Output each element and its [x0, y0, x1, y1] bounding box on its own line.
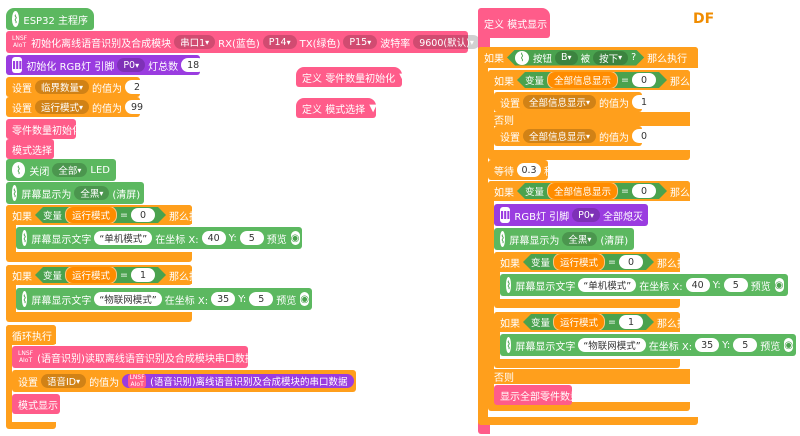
- screen-color-dropdown[interactable]: 全黑: [74, 186, 110, 200]
- rgb-strip-icon: Ⅲ: [500, 207, 511, 223]
- value-input[interactable]: 0: [632, 129, 657, 143]
- set-all-info-0[interactable]: 设置 全部信息显示 的值为 0: [494, 126, 657, 146]
- x-input[interactable]: 35: [695, 338, 720, 352]
- rgb-pin-dropdown[interactable]: P0: [572, 208, 600, 222]
- screen-text-block[interactable]: ⌇ 屏幕显示文字 “物联网模式” 在坐标 X: 35 Y: 5 预览 ◉: [500, 334, 796, 356]
- value-input[interactable]: 99: [125, 100, 150, 114]
- if-header[interactable]: 如果 变量 运行模式 = 0 那么执行: [494, 252, 697, 272]
- baud-dropdown[interactable]: 9600(默认): [413, 35, 480, 49]
- button-dropdown[interactable]: B: [555, 51, 578, 65]
- tx-pin-dropdown[interactable]: P15: [343, 35, 378, 49]
- main-program-hat[interactable]: ⌇ ESP32 主程序: [6, 8, 94, 30]
- loop-header[interactable]: 循环执行: [6, 325, 56, 345]
- call-mode-display[interactable]: 模式显示: [12, 394, 60, 414]
- port-dropdown[interactable]: 串口1: [174, 35, 216, 49]
- signal-icon: ⌇: [12, 11, 20, 27]
- voice-data-reporter[interactable]: LNSF AIoT (语音识别)离线语音识别及合成模块的串口数据: [122, 374, 354, 388]
- signal-icon: ⌇: [506, 277, 512, 293]
- screen-color-dropdown[interactable]: 全黑: [562, 232, 598, 246]
- led-off-block[interactable]: ⌇ 关闭 全部 LED: [6, 159, 116, 181]
- call-show-all-parts[interactable]: 显示全部零件数量: [494, 385, 580, 405]
- x-input[interactable]: 40: [685, 278, 710, 292]
- chevron-down-icon[interactable]: ▼: [369, 103, 377, 114]
- inner-if-header[interactable]: 如果 变量 全部信息显示 = 0 那么执行: [488, 70, 710, 90]
- preview-eye-icon[interactable]: ◉: [784, 338, 794, 352]
- aiot-icon: LNSF AIoT: [128, 374, 147, 388]
- else-label: 否则: [488, 369, 522, 384]
- aiot-icon: LNSF AIoT: [12, 33, 28, 51]
- x-input[interactable]: 35: [211, 292, 236, 306]
- screen-text-block[interactable]: ⌇ 屏幕显示文字 “物联网模式” 在坐标 X: 35 Y: 5 预览 ◉: [16, 288, 312, 310]
- y-input[interactable]: 5: [723, 278, 748, 292]
- screen-clear-block[interactable]: ⌇ 屏幕显示为 全黑 (清屏): [6, 182, 144, 204]
- signal-icon: ⌇: [22, 291, 28, 307]
- condition[interactable]: 变量 运行模式 = 1: [35, 267, 166, 283]
- preview-eye-icon[interactable]: ◉: [774, 278, 784, 292]
- signal-icon: ⌇: [22, 230, 28, 246]
- y-input[interactable]: 5: [239, 231, 264, 245]
- aiot-icon: LNSF AIoT: [18, 348, 34, 366]
- var-dropdown[interactable]: 全部信息显示: [523, 129, 597, 143]
- rgb-off-block[interactable]: Ⅲ RGB灯 引脚 P0 全部熄灭: [494, 204, 648, 226]
- voice-read-block[interactable]: LNSF AIoT (语音识别)读取离线语音识别及合成模块串口数据: [12, 346, 255, 368]
- signal-icon: ⌇: [515, 51, 529, 65]
- y-input[interactable]: 5: [733, 338, 758, 352]
- define-mode-display[interactable]: 定义 模式显示: [478, 8, 550, 38]
- condition[interactable]: 变量 运行模式 = 0: [35, 207, 166, 223]
- if-header[interactable]: 如果 变量 运行模式 = 1 那么执行: [494, 312, 697, 332]
- set-run-mode-block[interactable]: 设置 运行模式 的值为 99: [6, 97, 150, 117]
- text-input[interactable]: “单机模式”: [578, 278, 637, 292]
- rgb-count-input[interactable]: 18: [181, 58, 206, 72]
- rgb-pin-dropdown[interactable]: P0: [117, 58, 146, 72]
- chevron-down-icon[interactable]: ▼: [399, 72, 407, 83]
- condition[interactable]: 变量 全部信息显示 = 0: [517, 72, 667, 88]
- preview-eye-icon[interactable]: ◉: [290, 231, 300, 245]
- define-mode-select[interactable]: 定义 模式选择 ▼: [296, 98, 377, 118]
- signal-icon: ⌇: [500, 231, 506, 247]
- screen-text-block[interactable]: ⌇ 屏幕显示文字 “单机模式” 在坐标 X: 40 Y: 5 预览 ◉: [500, 274, 788, 296]
- set-voice-id-block[interactable]: 设置 语音ID 的值为 LNSFAIoT (语音识别)离线语音识别及合成模块的串…: [12, 370, 356, 392]
- init-rgb-block[interactable]: Ⅲ 初始化 RGB灯 引脚 P0 灯总数 18: [6, 55, 206, 75]
- var-dropdown[interactable]: 全部信息显示: [523, 95, 597, 109]
- show-if-header[interactable]: 如果 变量 全部信息显示 = 0 那么执行: [488, 181, 710, 201]
- signal-icon: ⌇: [12, 162, 26, 178]
- wait-input[interactable]: 0.3: [517, 163, 541, 177]
- value-input[interactable]: 1: [632, 95, 657, 109]
- condition[interactable]: 变量 运行模式 = 0: [523, 254, 654, 270]
- else-label: 否则: [488, 112, 522, 127]
- wait-block[interactable]: 等待 0.3 秒: [488, 160, 554, 180]
- value-input[interactable]: 2: [125, 80, 150, 94]
- var-dropdown[interactable]: 运行模式: [35, 100, 90, 114]
- var-dropdown[interactable]: 临界数量: [35, 80, 90, 94]
- df-watermark: DF: [693, 11, 715, 27]
- var-dropdown[interactable]: 语音ID: [41, 374, 87, 388]
- define-part-count-init[interactable]: 定义 零件数量初始化 ▼: [296, 67, 407, 87]
- led-target-dropdown[interactable]: 全部: [52, 163, 88, 177]
- screen-text-block[interactable]: ⌇ 屏幕显示文字 “单机模式” 在坐标 X: 40 Y: 5 预览 ◉: [16, 227, 302, 249]
- text-input[interactable]: “物联网模式”: [578, 338, 646, 352]
- action-dropdown[interactable]: 按下: [593, 51, 628, 65]
- x-input[interactable]: 40: [201, 231, 226, 245]
- y-input[interactable]: 5: [249, 292, 274, 306]
- set-all-info-1[interactable]: 设置 全部信息显示 的值为 1: [494, 92, 657, 112]
- set-threshold-block[interactable]: 设置 临界数量 的值为 2: [6, 77, 150, 97]
- signal-icon: ⌇: [506, 337, 512, 353]
- condition[interactable]: 变量 运行模式 = 1: [523, 314, 654, 330]
- if-header[interactable]: 如果 变量 运行模式 = 0 那么执行: [6, 205, 209, 225]
- text-input[interactable]: “单机模式”: [94, 231, 153, 245]
- signal-icon: ⌇: [12, 185, 18, 201]
- call-mode-select[interactable]: 模式选择: [6, 139, 54, 159]
- rx-pin-dropdown[interactable]: P14: [262, 35, 297, 49]
- screen-clear-block[interactable]: ⌇ 屏幕显示为 全黑 (清屏): [494, 228, 634, 250]
- button-if-header[interactable]: 如果 ⌇ 按钮 B 被 按下 ? 那么执行: [478, 47, 698, 68]
- text-input[interactable]: “物联网模式”: [94, 292, 162, 306]
- condition[interactable]: 变量 全部信息显示 = 0: [517, 183, 667, 199]
- rgb-strip-icon: Ⅲ: [12, 57, 23, 73]
- button-condition[interactable]: ⌇ 按钮 B 被 按下 ?: [507, 50, 644, 66]
- preview-eye-icon[interactable]: ◉: [300, 292, 310, 306]
- call-part-count-init[interactable]: 零件数量初始化: [6, 119, 82, 139]
- init-voice-module-block[interactable]: LNSFAIoT 初始化离线语音识别及合成模块 串口1 RX(蓝色) P14 T…: [6, 31, 480, 53]
- if-header[interactable]: 如果 变量 运行模式 = 1 那么执行: [6, 265, 209, 285]
